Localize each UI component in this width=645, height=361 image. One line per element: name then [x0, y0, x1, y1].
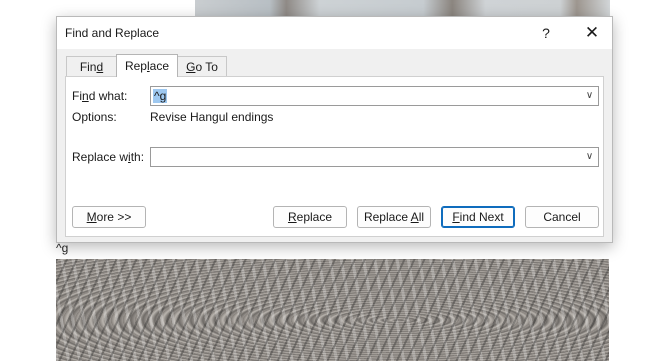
tab-replace[interactable]: Replace	[116, 54, 178, 77]
replace-with-input[interactable]: ∨	[150, 147, 599, 167]
dialog-title: Find and Replace	[65, 26, 160, 40]
replace-history-dropdown[interactable]: ∨	[580, 148, 598, 166]
replace-with-label: Replace with:	[72, 150, 145, 164]
document-text: ^g	[56, 241, 69, 255]
find-what-label: Find what:	[72, 89, 128, 103]
replace-button[interactable]: Replace	[273, 206, 347, 228]
help-button[interactable]: ?	[533, 21, 559, 45]
find-what-value: ^g	[153, 89, 168, 103]
tab-go-to[interactable]: Go To	[177, 56, 227, 76]
options-value: Revise Hangul endings	[150, 110, 274, 124]
replace-all-button[interactable]: Replace All	[357, 206, 431, 228]
document-wood-image	[56, 259, 609, 361]
replace-panel: Find what: ^g ∨ Options: Revise Hangul e…	[65, 76, 604, 237]
cancel-button[interactable]: Cancel	[525, 206, 599, 228]
options-label: Options:	[72, 110, 117, 124]
close-button[interactable]: ✕	[577, 21, 607, 45]
find-history-dropdown[interactable]: ∨	[580, 87, 598, 105]
find-replace-dialog: Find and Replace ? ✕ Find Replace Go To …	[56, 16, 613, 243]
title-bar: Find and Replace ? ✕	[57, 17, 612, 49]
find-next-button[interactable]: Find Next	[441, 206, 515, 228]
find-what-input[interactable]: ^g ∨	[150, 86, 599, 106]
more-button[interactable]: More >>	[72, 206, 146, 228]
tab-find[interactable]: Find	[66, 56, 117, 76]
